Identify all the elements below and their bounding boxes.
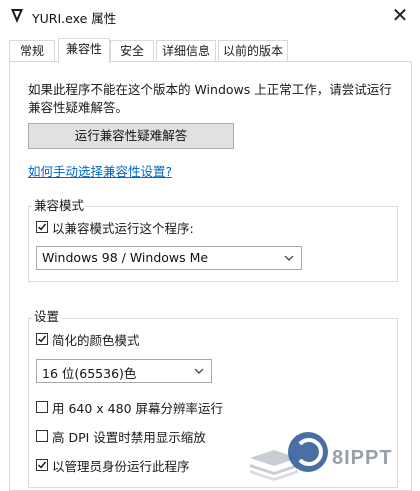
window-title: YURI.exe 属性 <box>32 11 117 26</box>
intro-text: 如果此程序不能在这个版本的 Windows 上正常工作，请尝试运行兼容性疑难解答… <box>28 82 392 115</box>
reduced-color-checkbox-label: 简化的颜色模式 <box>52 332 140 348</box>
checkbox-checked-icon <box>36 459 48 471</box>
app-icon <box>11 9 23 23</box>
chevron-down-icon <box>284 255 294 261</box>
tab-strip: 常规 兼容性 安全 详细信息 以前的版本 <box>0 32 420 63</box>
compat-mode-checkbox-label: 以兼容模式运行这个程序: <box>52 220 194 236</box>
color-depth-dropdown[interactable]: 16 位(65536)色 <box>36 359 212 383</box>
checkbox-unchecked-icon <box>36 430 48 442</box>
os-version-value: Windows 98 / Windows Me <box>42 250 209 265</box>
tab-compatibility[interactable]: 兼容性 <box>58 38 110 63</box>
settings-group-label: 设置 <box>32 306 62 325</box>
title-bar: YURI.exe 属性 ✕ <box>0 0 420 32</box>
close-button[interactable]: ✕ <box>388 4 412 28</box>
tab-previous-versions[interactable]: 以前的版本 <box>218 40 288 61</box>
dpi-scaling-checkbox-label: 高 DPI 设置时禁用显示缩放 <box>52 429 206 445</box>
close-icon: ✕ <box>391 3 409 27</box>
run-troubleshooter-button[interactable]: 运行兼容性疑难解答 <box>28 123 234 149</box>
tab-general[interactable]: 常规 <box>9 40 55 61</box>
tab-security[interactable]: 安全 <box>110 40 154 61</box>
tab-details[interactable]: 详细信息 <box>156 40 216 61</box>
dpi-scaling-checkbox[interactable]: 高 DPI 设置时禁用显示缩放 <box>36 427 206 445</box>
os-version-dropdown[interactable]: Windows 98 / Windows Me <box>36 246 302 270</box>
run-as-admin-checkbox-label: 以管理员身份运行此程序 <box>52 458 190 474</box>
watermark-text: 8IPPT <box>332 447 393 469</box>
res-640-checkbox[interactable]: 用 640 x 480 屏幕分辨率运行 <box>36 398 223 416</box>
checkbox-checked-icon <box>36 221 48 233</box>
reduced-color-checkbox[interactable]: 简化的颜色模式 <box>36 330 140 348</box>
manual-settings-link[interactable]: 如何手动选择兼容性设置? <box>28 161 172 180</box>
run-as-admin-checkbox[interactable]: 以管理员身份运行此程序 <box>36 456 190 474</box>
checkbox-unchecked-icon <box>36 401 48 413</box>
color-depth-value: 16 位(65536)色 <box>42 366 137 381</box>
compat-mode-checkbox[interactable]: 以兼容模式运行这个程序: <box>36 218 194 236</box>
checkbox-checked-icon <box>36 333 48 345</box>
res-640-checkbox-label: 用 640 x 480 屏幕分辨率运行 <box>52 400 224 416</box>
chevron-down-icon <box>194 368 204 374</box>
compat-mode-group-label: 兼容模式 <box>32 195 87 214</box>
